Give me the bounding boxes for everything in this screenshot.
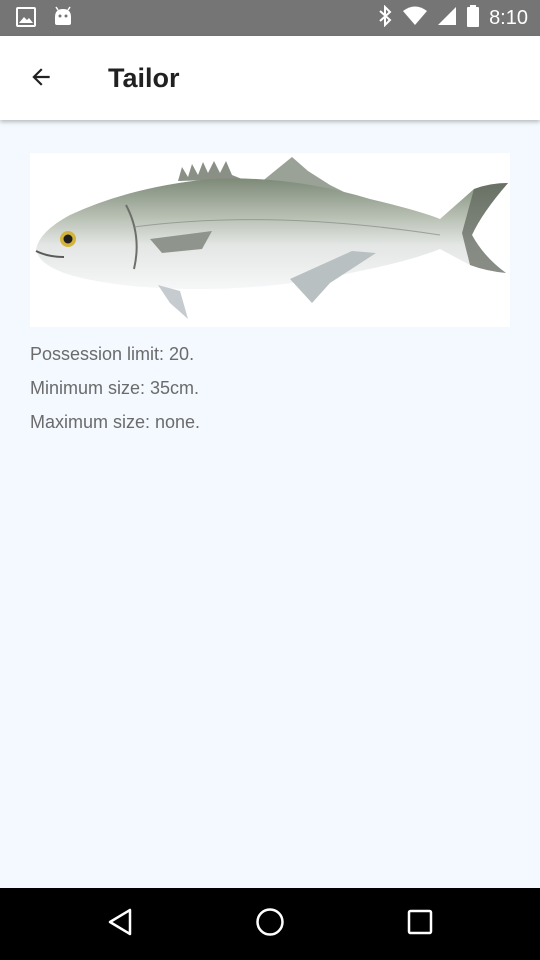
maximum-size-text: Maximum size: none. bbox=[30, 412, 201, 432]
nav-home-button[interactable] bbox=[246, 900, 294, 948]
recents-square-icon bbox=[407, 909, 433, 940]
bluetooth-icon bbox=[377, 4, 393, 32]
home-circle-icon bbox=[255, 907, 285, 942]
nav-back-button[interactable] bbox=[97, 900, 145, 948]
species-detail: Possession limit: 20. Minimum size: 35cm… bbox=[30, 153, 510, 439]
signal-icon bbox=[437, 6, 457, 31]
back-button[interactable] bbox=[18, 56, 64, 102]
status-left-icons bbox=[16, 6, 74, 33]
regulations-list: Possession limit: 20. Minimum size: 35cm… bbox=[30, 337, 510, 439]
status-right-icons: 8:10 bbox=[377, 4, 528, 32]
navigation-bar bbox=[0, 888, 540, 960]
status-bar: 8:10 bbox=[0, 0, 540, 36]
status-time: 8:10 bbox=[489, 7, 528, 29]
minimum-size-text: Minimum size: 35cm. bbox=[30, 378, 200, 398]
fish-image bbox=[30, 153, 510, 327]
wifi-icon bbox=[403, 6, 428, 31]
possession-limit-text: Possession limit: 20. bbox=[30, 344, 195, 364]
back-triangle-icon bbox=[107, 908, 135, 941]
battery-icon bbox=[467, 4, 480, 32]
arrow-back-icon bbox=[28, 64, 54, 95]
nav-recents-button[interactable] bbox=[396, 900, 444, 948]
app-bar: Tailor bbox=[0, 36, 540, 120]
image-icon bbox=[16, 7, 36, 32]
android-icon bbox=[52, 6, 74, 33]
page-title: Tailor bbox=[108, 63, 180, 93]
